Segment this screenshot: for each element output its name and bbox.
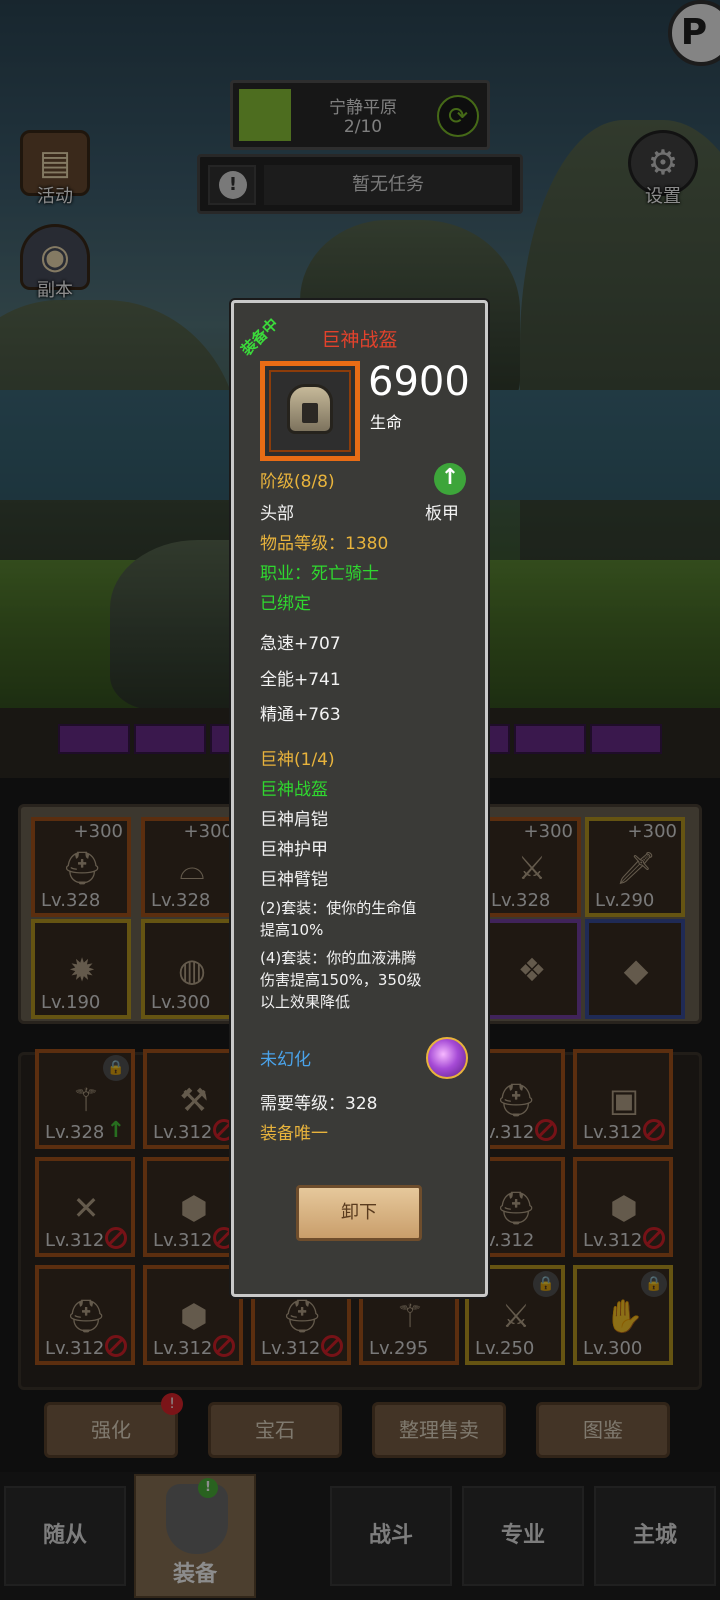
required-level: 需要等级：328 (260, 1094, 378, 1114)
primary-stat-value: 6900 (368, 359, 470, 405)
item-tooltip: 装备中 巨神战盔 6900 生命 阶级(8/8) ↑ 头部 板甲 物品等级：13… (231, 300, 488, 1297)
set-title: 巨神(1/4) (260, 750, 335, 770)
set-bonus-4: (4)套装：你的血液沸腾 (260, 949, 417, 967)
secondary-stat: 全能+741 (260, 670, 341, 690)
set-bonus-4: 以上效果降低 (260, 993, 351, 1011)
armor-type: 板甲 (425, 504, 459, 524)
primary-stat-name: 生命 (370, 413, 403, 432)
transmog-status: 未幻化 (260, 1050, 311, 1070)
set-piece: 巨神肩铠 (260, 810, 328, 830)
set-bonus-2: 提高10% (260, 921, 324, 939)
set-piece: 巨神战盔 (260, 780, 328, 800)
upgrade-arrow-icon[interactable]: ↑ (434, 463, 466, 495)
unequip-label: 卸下 (341, 1202, 377, 1223)
item-slot: 头部 (260, 504, 294, 524)
item-name: 巨神战盔 (321, 329, 398, 351)
unique-equipped: 装备唯一 (260, 1124, 328, 1144)
secondary-stat: 精通+763 (260, 705, 341, 725)
unequip-button[interactable]: 卸下 (296, 1185, 422, 1241)
set-piece: 巨神臂铠 (260, 870, 328, 890)
set-bonus-2: (2)套装：使你的生命值 (260, 899, 417, 917)
helmet-icon (287, 384, 333, 434)
set-piece: 巨神护甲 (260, 840, 328, 860)
transmog-orb-icon[interactable] (426, 1037, 468, 1079)
item-icon-frame (260, 361, 360, 461)
item-level: 物品等级：1380 (260, 534, 389, 554)
set-bonus-4: 伤害提高150%，350级 (260, 971, 422, 989)
class-requirement: 职业：死亡骑士 (260, 564, 379, 584)
item-tier: 阶级(8/8) (260, 472, 335, 492)
secondary-stat: 急速+707 (260, 634, 341, 654)
bound-status: 已绑定 (260, 594, 311, 614)
